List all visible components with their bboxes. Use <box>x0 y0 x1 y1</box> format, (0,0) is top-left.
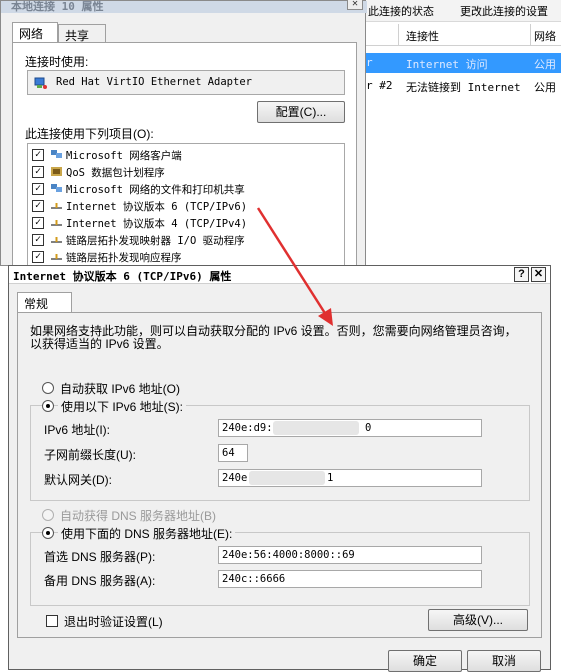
adapter-dialog-titlebar: 本地连接 10 属性 ✕ <box>1 0 367 13</box>
item-checkbox[interactable]: ✓ <box>32 234 44 246</box>
items-label: 此连接使用下列项目(O): <box>25 127 154 141</box>
manual-dns-radio[interactable] <box>42 527 54 539</box>
item-checkbox[interactable]: ✓ <box>32 251 44 263</box>
ipv6-dialog-title: Internet 协议版本 6 (TCP/IPv6) 属性 <box>13 270 232 283</box>
dns-group <box>30 532 530 606</box>
description-text: 如果网络支持此功能，则可以自动获取分配的 IPv6 设置。否则，您需要向网络管理… <box>30 324 517 351</box>
prefix-length-input[interactable]: 64 <box>218 444 248 462</box>
item-checkbox[interactable]: ✓ <box>32 217 44 229</box>
connection-row[interactable]: r Internet 访问 公用 <box>364 53 561 73</box>
list-item[interactable]: ✓ 链路层拓扑发现响应程序 <box>32 249 332 266</box>
alternate-dns-label: 备用 DNS 服务器(A): <box>44 574 156 588</box>
ipv6-dialog-titlebar: Internet 协议版本 6 (TCP/IPv6) 属性 ? ✕ <box>9 266 550 284</box>
close-button[interactable]: ✕ <box>531 267 546 282</box>
adapter-dialog-title: 本地连接 10 属性 <box>11 0 104 13</box>
tab-general[interactable]: 常规 <box>17 292 72 312</box>
network-client-icon <box>51 150 62 158</box>
auto-ipv6-radio[interactable] <box>42 382 54 394</box>
tab-sharing[interactable]: 共享 <box>58 24 106 44</box>
protocol-icon <box>51 237 62 243</box>
validate-checkbox[interactable] <box>46 615 58 627</box>
list-item[interactable]: ✓ Microsoft 网络客户端 <box>32 147 332 164</box>
item-checkbox[interactable]: ✓ <box>32 166 44 178</box>
auto-dns-radio[interactable] <box>42 509 54 521</box>
connection-row[interactable]: r #2 无法链接到 Internet 公用 <box>364 76 561 96</box>
ok-button[interactable]: 确定 <box>388 650 462 672</box>
adapter-field: Red Hat VirtIO Ethernet Adapter <box>27 70 345 95</box>
auto-ipv6-label: 自动获取 IPv6 地址(O) <box>60 382 181 396</box>
ipv6-address-label: IPv6 地址(I): <box>44 423 111 437</box>
ipv6-properties-dialog: Internet 协议版本 6 (TCP/IPv6) 属性 ? ✕ 常规 如果网… <box>8 265 551 672</box>
general-tab-panel: 如果网络支持此功能，则可以自动获取分配的 IPv6 设置。否则，您需要向网络管理… <box>17 312 542 638</box>
connect-using-label: 连接时使用: <box>25 55 89 69</box>
item-checkbox[interactable]: ✓ <box>32 183 44 195</box>
file-printer-sharing-icon <box>51 184 62 192</box>
preferred-dns-label: 首选 DNS 服务器(P): <box>44 550 156 564</box>
alternate-dns-input[interactable]: 240c::6666 <box>218 570 482 588</box>
preferred-dns-input[interactable]: 240e:56:4000:8000::69 <box>218 546 482 564</box>
manual-ipv6-radio[interactable] <box>42 400 54 412</box>
connections-toolbar: 此连接的状态 更改此连接的设置 <box>364 0 561 22</box>
list-item[interactable]: ✓ 链路层拓扑发现映射器 I/O 驱动程序 <box>32 232 332 249</box>
adapter-name: Red Hat VirtIO Ethernet Adapter <box>56 76 252 88</box>
list-item[interactable]: ✓ Internet 协议版本 6 (TCP/IPv6) <box>32 198 332 215</box>
redacted-mask <box>273 421 359 435</box>
adapter-icon <box>34 76 48 93</box>
column-connectivity[interactable]: 连接性 <box>406 28 439 44</box>
manual-ipv6-label: 使用以下 IPv6 地址(S): <box>58 398 187 415</box>
list-item[interactable]: ✓ Microsoft 网络的文件和打印机共享 <box>32 181 332 198</box>
auto-dns-label: 自动获得 DNS 服务器地址(B) <box>60 509 217 523</box>
components-list[interactable]: ✓ Microsoft 网络客户端 ✓ QoS 数据包计划程序 ✓ Micros… <box>27 143 345 267</box>
item-checkbox[interactable]: ✓ <box>32 149 44 161</box>
tab-network[interactable]: 网络 <box>12 22 58 42</box>
change-settings-link[interactable]: 更改此连接的设置 <box>460 3 548 19</box>
cancel-button[interactable]: 取消 <box>467 650 541 672</box>
close-icon[interactable]: ✕ <box>347 0 363 10</box>
protocol-icon <box>51 203 62 209</box>
qos-icon <box>51 167 62 176</box>
help-button[interactable]: ? <box>514 267 529 282</box>
redacted-mask <box>249 471 325 485</box>
view-status-link[interactable]: 此连接的状态 <box>368 3 434 19</box>
prefix-length-label: 子网前缀长度(U): <box>44 448 136 462</box>
item-checkbox[interactable]: ✓ <box>32 200 44 212</box>
connections-header: 连接性 网络 <box>364 24 561 46</box>
validate-label: 退出时验证设置(L) <box>64 615 163 629</box>
adapter-properties-dialog: 本地连接 10 属性 ✕ 网络 共享 连接时使用: Red Hat VirtIO… <box>0 0 367 267</box>
advanced-button[interactable]: 高级(V)... <box>428 609 528 631</box>
column-network[interactable]: 网络 <box>534 28 556 44</box>
protocol-icon <box>51 220 62 226</box>
list-item[interactable]: ✓ Internet 协议版本 4 (TCP/IPv4) <box>32 215 332 232</box>
protocol-icon <box>51 254 62 260</box>
configure-button[interactable]: 配置(C)... <box>257 101 345 123</box>
list-item[interactable]: ✓ QoS 数据包计划程序 <box>32 164 332 181</box>
manual-dns-label: 使用下面的 DNS 服务器地址(E): <box>58 525 236 542</box>
network-tab-panel: 连接时使用: Red Hat VirtIO Ethernet Adapter 配… <box>12 42 357 267</box>
gateway-label: 默认网关(D): <box>44 473 112 487</box>
ipv6-address-input[interactable]: 240e:d9: 0 <box>218 419 482 437</box>
gateway-input[interactable]: 240e 1 <box>218 469 482 487</box>
